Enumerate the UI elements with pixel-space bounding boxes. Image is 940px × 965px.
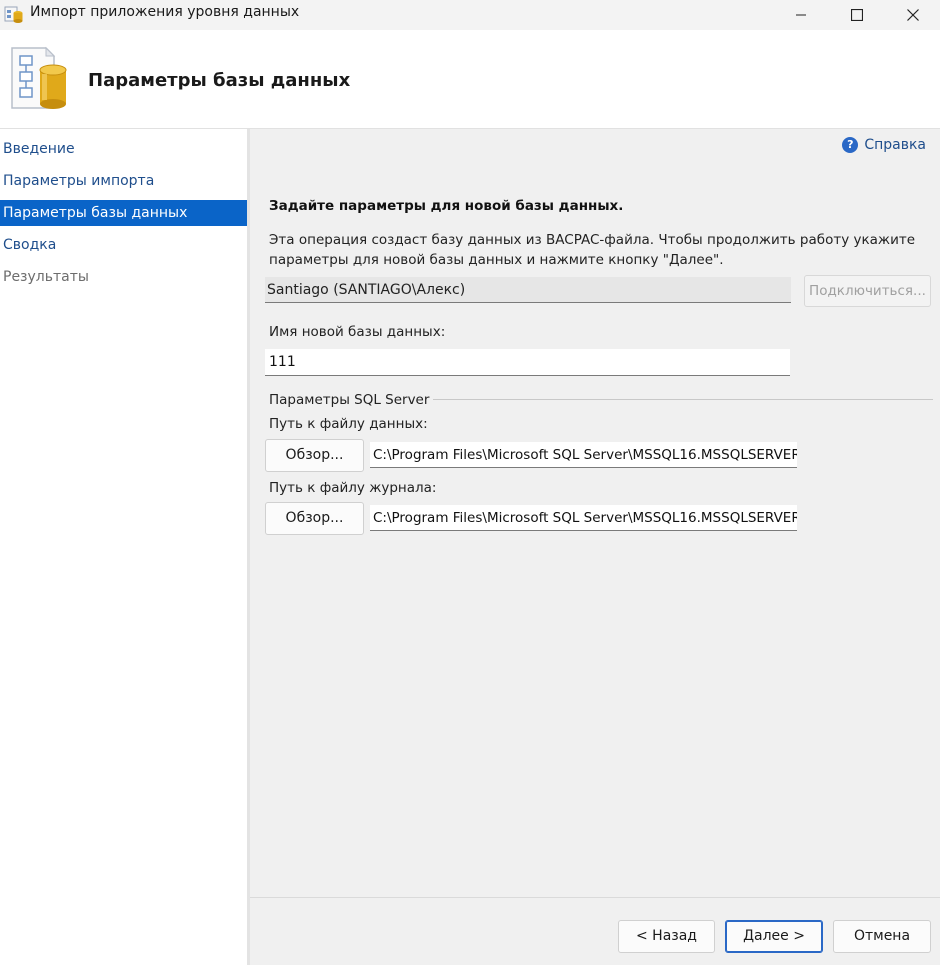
minimize-button[interactable] <box>774 0 828 30</box>
maximize-icon <box>851 9 863 21</box>
sidebar-item-summary[interactable]: Сводка <box>0 232 247 258</box>
help-link[interactable]: ? Справка <box>842 137 926 153</box>
section-heading: Задайте параметры для новой базы данных. <box>269 198 624 214</box>
sql-server-group-label: Параметры SQL Server <box>269 392 430 408</box>
sidebar-item-results: Результаты <box>3 269 89 285</box>
close-button[interactable] <box>886 0 940 30</box>
sidebar-item-database-settings[interactable]: Параметры базы данных <box>0 200 247 226</box>
wizard-steps-sidebar: Введение Параметры импорта Параметры баз… <box>0 129 247 965</box>
database-wizard-icon <box>11 46 67 109</box>
footer-divider <box>250 897 940 898</box>
connect-button: Подключиться... <box>804 275 931 307</box>
maximize-button[interactable] <box>830 0 884 30</box>
title-bar: Импорт приложения уровня данных <box>0 0 940 30</box>
data-path-input[interactable]: C:\Program Files\Microsoft SQL Server\MS… <box>370 442 797 468</box>
page-title: Параметры базы данных <box>88 70 351 91</box>
wizard-header: Параметры базы данных <box>0 30 940 129</box>
content-panel: ? Справка Задайте параметры для новой ба… <box>250 129 940 965</box>
help-icon: ? <box>842 137 859 153</box>
log-path-label: Путь к файлу журнала: <box>269 480 437 496</box>
back-button[interactable]: < Назад <box>618 920 715 953</box>
server-connection-field: Santiago (SANTIAGO\Алекс) <box>265 277 791 303</box>
data-path-label: Путь к файлу данных: <box>269 416 428 432</box>
dbname-label: Имя новой базы данных: <box>269 324 446 340</box>
window-title: Импорт приложения уровня данных <box>30 4 300 20</box>
group-divider <box>433 399 933 400</box>
app-icon <box>4 6 23 23</box>
dbname-input[interactable]: 111 <box>265 349 790 376</box>
next-button[interactable]: Далее > <box>725 920 823 953</box>
cancel-button[interactable]: Отмена <box>833 920 931 953</box>
browse-log-button[interactable]: Обзор... <box>265 502 364 535</box>
sidebar-item-import-settings[interactable]: Параметры импорта <box>0 168 247 194</box>
close-icon <box>907 9 919 21</box>
minimize-icon <box>796 14 806 16</box>
sidebar-item-introduction[interactable]: Введение <box>0 136 247 162</box>
browse-data-button[interactable]: Обзор... <box>265 439 364 472</box>
section-description: Эта операция создаст базу данных из BACP… <box>269 232 916 268</box>
help-label: Справка <box>864 137 926 153</box>
log-path-input[interactable]: C:\Program Files\Microsoft SQL Server\MS… <box>370 505 797 531</box>
